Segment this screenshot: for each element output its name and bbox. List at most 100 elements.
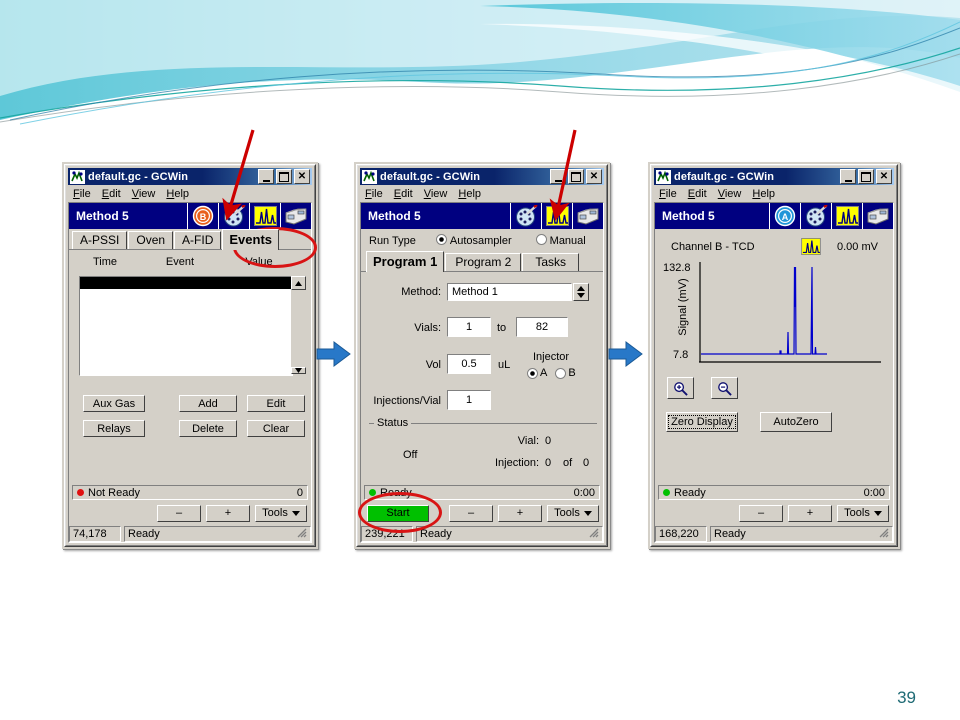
radio-injector-b[interactable]: B (555, 367, 576, 379)
add-button[interactable]: Add (179, 395, 237, 412)
maximize-button[interactable] (568, 169, 584, 184)
menu-edit[interactable]: Edit (102, 188, 121, 200)
method-spinner[interactable] (573, 283, 589, 301)
maximize-button[interactable] (276, 169, 292, 184)
detector-a-icon[interactable]: A (769, 203, 800, 229)
menu-view[interactable]: View (718, 188, 742, 200)
clear-button[interactable]: Clear (247, 420, 305, 437)
gcwin-window-chromatogram[interactable]: default.gc - GCWin ✕ File Edit View Help… (648, 162, 900, 549)
close-button[interactable]: ✕ (876, 169, 892, 184)
chromatogram-plot[interactable] (699, 262, 881, 365)
window1-controls[interactable]: ✕ (258, 169, 310, 184)
resize-grip-icon[interactable] (878, 527, 889, 541)
radio-autosampler[interactable]: Autosampler (435, 234, 512, 248)
resize-grip-icon[interactable] (296, 527, 307, 541)
injector-radio-group[interactable]: A B (527, 367, 576, 379)
events-list[interactable] (79, 276, 293, 376)
zoom-in-button[interactable] (667, 377, 694, 399)
zoom-out-button[interactable] (711, 377, 738, 399)
detector-b-icon[interactable]: B (187, 203, 218, 229)
resize-grip-icon[interactable] (588, 527, 599, 541)
increment-button[interactable]: + (498, 504, 542, 522)
chromatogram-icon[interactable] (541, 203, 572, 229)
tab-program-1[interactable]: Program 1 (366, 251, 445, 272)
events-scrollbar[interactable] (291, 276, 306, 374)
instrument-icon[interactable] (572, 203, 603, 229)
statusbar-coords: 168,220 (655, 526, 707, 542)
chromatogram-icon[interactable] (249, 203, 280, 229)
window3-bottom-bar[interactable]: – + Tools (655, 500, 893, 524)
close-button[interactable]: ✕ (586, 169, 602, 184)
minimize-button[interactable] (258, 169, 274, 184)
decrement-button[interactable]: – (739, 504, 783, 522)
vol-input[interactable]: 0.5 (447, 354, 491, 374)
edit-button[interactable]: Edit (247, 395, 305, 412)
window3-menubar[interactable]: File Edit View Help (654, 185, 894, 202)
vials-from-input[interactable]: 1 (447, 317, 491, 337)
window1-tabs[interactable]: A-PSSI Oven A-FID Events (69, 229, 311, 250)
decrement-button[interactable]: – (157, 504, 201, 522)
tab-tasks[interactable]: Tasks (522, 253, 580, 271)
palette-injector-icon[interactable] (510, 203, 541, 229)
menu-view[interactable]: View (132, 188, 156, 200)
scroll-up-button[interactable] (291, 276, 306, 290)
instrument-icon[interactable] (280, 203, 311, 229)
window2-titlebar[interactable]: default.gc - GCWin ✕ (360, 168, 604, 185)
minimize-button[interactable] (550, 169, 566, 184)
window1-titlebar[interactable]: default.gc - GCWin ✕ (68, 168, 312, 185)
instrument-icon[interactable] (862, 203, 893, 229)
decrement-button[interactable]: – (449, 504, 493, 522)
delete-button[interactable]: Delete (179, 420, 237, 437)
window2-controls[interactable]: ✕ (550, 169, 602, 184)
menu-view[interactable]: View (424, 188, 448, 200)
chromatogram-icon[interactable] (831, 203, 862, 229)
menu-edit[interactable]: Edit (688, 188, 707, 200)
events-selected-row[interactable] (80, 277, 292, 289)
gcwin-window-program[interactable]: default.gc - GCWin ✕ File Edit View Help… (354, 162, 610, 549)
window2-tabs[interactable]: Program 1 Program 2 Tasks (361, 251, 603, 272)
menu-file[interactable]: File (73, 188, 91, 200)
vials-to-input[interactable]: 82 (516, 317, 568, 337)
tab-program-2[interactable]: Program 2 (445, 253, 522, 271)
injections-label: Injections/Vial (373, 395, 441, 407)
tools-dropdown[interactable]: Tools (255, 504, 307, 522)
tab-a-fid[interactable]: A-FID (174, 231, 222, 249)
relays-button[interactable]: Relays (83, 420, 145, 437)
menu-edit[interactable]: Edit (394, 188, 413, 200)
window3-titlebar[interactable]: default.gc - GCWin ✕ (654, 168, 894, 185)
close-button[interactable]: ✕ (294, 169, 310, 184)
window2-title: default.gc - GCWin (380, 170, 481, 183)
channel-chromatogram-icon[interactable] (801, 238, 821, 258)
palette-injector-icon[interactable] (218, 203, 249, 229)
tools-dropdown[interactable]: Tools (837, 504, 889, 522)
menu-help[interactable]: Help (458, 188, 481, 200)
run-type-row[interactable]: Run Type Autosampler Manual (361, 229, 603, 251)
window3-controls[interactable]: ✕ (840, 169, 892, 184)
tab-oven[interactable]: Oven (128, 231, 174, 249)
tab-a-pssi[interactable]: A-PSSI (72, 231, 128, 249)
window1-bottom-bar[interactable]: – + Tools (69, 500, 311, 524)
menu-file[interactable]: File (365, 188, 383, 200)
window1-menubar[interactable]: File Edit View Help (68, 185, 312, 202)
increment-button[interactable]: + (206, 504, 250, 522)
minimize-button[interactable] (840, 169, 856, 184)
menu-help[interactable]: Help (166, 188, 189, 200)
radio-injector-a[interactable]: A (527, 367, 547, 379)
autozero-button[interactable]: AutoZero (760, 412, 832, 432)
gcwin-window-events[interactable]: default.gc - GCWin ✕ File Edit View Help… (62, 162, 318, 549)
maximize-button[interactable] (858, 169, 874, 184)
radio-injector-b-icon (555, 367, 567, 379)
method-input[interactable]: Method 1 (447, 283, 572, 301)
scroll-down-button[interactable] (291, 367, 306, 374)
injections-input[interactable]: 1 (447, 390, 491, 410)
tab-events[interactable]: Events (222, 229, 280, 250)
radio-manual[interactable]: Manual (535, 234, 586, 248)
aux-gas-button[interactable]: Aux Gas (83, 395, 145, 412)
tools-dropdown[interactable]: Tools (547, 504, 599, 522)
increment-button[interactable]: + (788, 504, 832, 522)
menu-help[interactable]: Help (752, 188, 775, 200)
window2-menubar[interactable]: File Edit View Help (360, 185, 604, 202)
palette-injector-icon[interactable] (800, 203, 831, 229)
zero-display-button[interactable]: Zero Display (666, 412, 738, 432)
menu-file[interactable]: File (659, 188, 677, 200)
